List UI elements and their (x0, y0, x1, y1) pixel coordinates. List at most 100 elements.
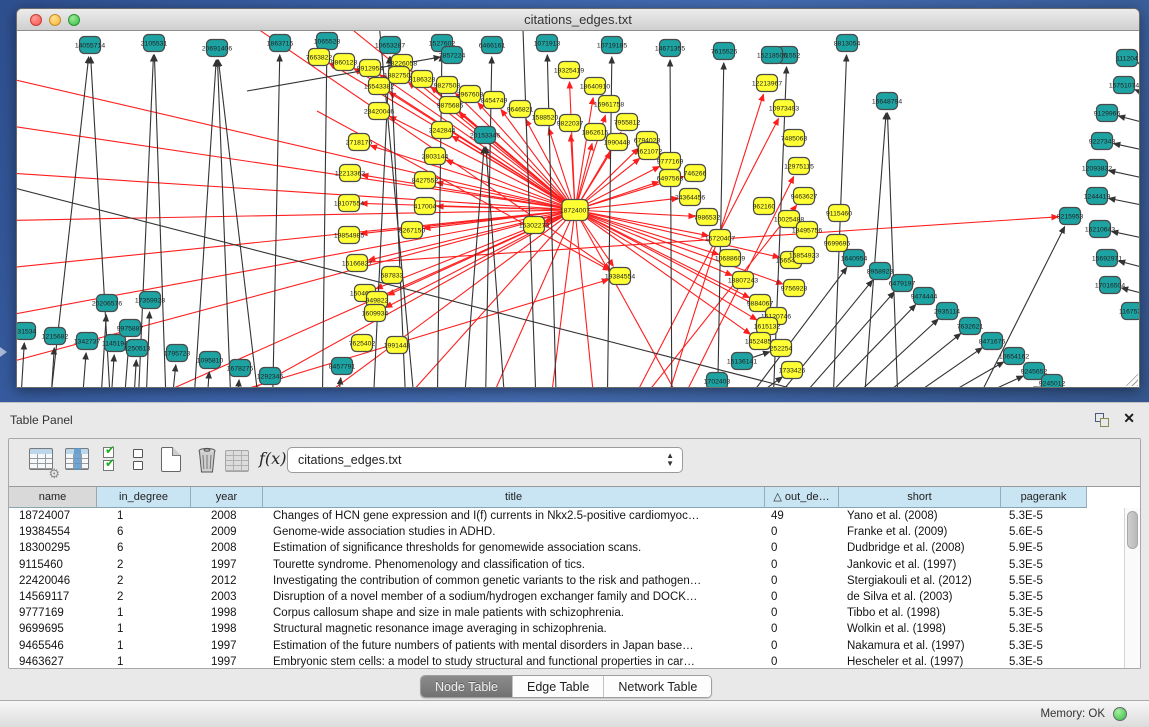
node-9875685[interactable]: 9875685 (437, 97, 464, 114)
node-1990448[interactable]: 1990448 (604, 134, 631, 151)
table-row[interactable]: 1456911722003Disruption of a novel membe… (9, 589, 1124, 605)
node-9463627[interactable]: 9463627 (791, 188, 818, 205)
node-8813054[interactable]: 8813054 (834, 35, 861, 52)
edge[interactable] (840, 334, 961, 387)
node-1244419[interactable]: 1244419 (1084, 188, 1111, 205)
node-14671355[interactable]: 14671355 (655, 40, 685, 57)
edge[interactable] (169, 365, 176, 387)
table-row[interactable]: 911546021997Tourette syndrome. Phenomeno… (9, 557, 1124, 573)
node-2105531[interactable]: 2105531 (141, 35, 168, 52)
node-9129966[interactable]: 9129966 (1094, 105, 1121, 122)
edge[interactable] (1109, 171, 1139, 181)
node-7485063[interactable]: 7485063 (781, 130, 808, 147)
edge[interactable] (109, 355, 114, 387)
table-row[interactable]: 969969511998Structural magnetic resonanc… (9, 621, 1124, 637)
node-417004[interactable]: 417004 (414, 198, 437, 215)
node-16648794[interactable]: 16648794 (872, 93, 902, 110)
tab-network-table[interactable]: Network Table (604, 676, 711, 698)
edge[interactable] (49, 348, 54, 387)
new-column-button[interactable] (161, 447, 189, 475)
edge[interactable] (887, 113, 899, 387)
column-header-pagerank[interactable]: pagerank (1001, 487, 1087, 508)
table-selector-dropdown[interactable]: citations_edges.txt ▲▼ (287, 447, 683, 473)
node-6497568[interactable]: 6497568 (657, 170, 684, 187)
node-17016504[interactable]: 17016504 (1095, 277, 1125, 294)
node-8215953[interactable]: 8215953 (1057, 208, 1084, 225)
float-panel-icon[interactable] (1095, 413, 1109, 427)
edge[interactable] (1138, 63, 1139, 71)
node-1167533[interactable]: 1167533 (1119, 303, 1139, 320)
edge[interactable] (717, 63, 724, 387)
tab-node-table[interactable]: Node Table (421, 676, 513, 698)
edge[interactable] (235, 380, 239, 387)
node-1863715[interactable]: 1863715 (267, 35, 294, 52)
node-3242844[interactable]: 3242844 (429, 122, 456, 139)
edge[interactable] (452, 136, 575, 210)
node-15692971[interactable]: 15692971 (1092, 250, 1122, 267)
node-9245012[interactable]: 9245012 (1039, 375, 1066, 388)
edge[interactable] (217, 60, 232, 387)
function-builder-button[interactable]: f(x) (259, 449, 287, 477)
node-1609934[interactable]: 1609934 (362, 305, 389, 322)
node-18640910[interactable]: 18640910 (580, 78, 610, 95)
column-header-in-degree[interactable]: in_degree (97, 487, 191, 508)
node-9227343[interactable]: 9227343 (1089, 133, 1116, 150)
edge[interactable] (1109, 198, 1139, 208)
node-6466161[interactable]: 6466161 (479, 37, 506, 54)
network-view-window[interactable]: citations_edges.txt 14055714210553120691… (16, 8, 1140, 388)
edge[interactable] (670, 60, 672, 387)
node-962160[interactable]: 962160 (753, 198, 776, 215)
table-row[interactable]: 1830029562008Estimation of significance … (9, 540, 1124, 556)
edge[interactable] (575, 198, 678, 210)
edge[interactable] (1114, 144, 1139, 153)
table-row[interactable]: 1938455462009Genome-wide association stu… (9, 524, 1124, 540)
memory-ok-indicator[interactable] (1113, 707, 1127, 721)
node-7632621[interactable]: 7632621 (957, 318, 984, 335)
table-row[interactable]: 946362711997Embryonic stem cells: a mode… (9, 654, 1124, 668)
node-7663822[interactable]: 7663822 (306, 49, 333, 66)
edge[interactable] (370, 146, 575, 210)
edge[interactable] (137, 55, 153, 387)
table-settings-button[interactable]: ⚙ (29, 448, 57, 476)
node-6479197[interactable]: 6479197 (889, 275, 916, 292)
node-12093832[interactable]: 12093832 (1082, 160, 1112, 177)
panel-collapse-arrow-icon[interactable] (0, 347, 7, 357)
node-9777169[interactable]: 9777169 (657, 153, 684, 170)
node-9646821[interactable]: 9646821 (507, 101, 534, 118)
table-scrollbar[interactable] (1124, 508, 1140, 668)
node-16961758[interactable]: 16961758 (594, 96, 624, 113)
node-9115460[interactable]: 9115460 (826, 205, 852, 222)
column-header-title[interactable]: title (263, 487, 765, 508)
window-titlebar[interactable]: citations_edges.txt (17, 9, 1139, 31)
edge[interactable] (218, 60, 262, 387)
node-10719185[interactable]: 10719185 (597, 37, 627, 54)
node-8457791[interactable]: 8457791 (329, 358, 356, 375)
node-9860128[interactable]: 9860128 (331, 54, 358, 71)
node-7857224[interactable]: 7857224 (439, 47, 466, 64)
node-12975115[interactable]: 12975115 (784, 158, 814, 175)
node-2718176[interactable]: 2718176 (346, 134, 373, 151)
node-15720407[interactable]: 15720407 (705, 230, 735, 247)
node-1065528[interactable]: 1065528 (314, 33, 341, 50)
node-8958923[interactable]: 8958923 (867, 263, 894, 280)
node-252254[interactable]: 252254 (770, 340, 793, 357)
node-9474444[interactable]: 9474444 (911, 288, 938, 305)
edge[interactable] (19, 343, 24, 387)
edge[interactable] (570, 82, 575, 210)
node-1215682[interactable]: 1215682 (42, 328, 69, 345)
column-visibility-button[interactable] (65, 448, 93, 476)
node-15136141[interactable]: 15136141 (727, 353, 757, 370)
edge[interactable] (1122, 288, 1139, 297)
node-8427552[interactable]: 8427552 (412, 172, 439, 189)
edge[interactable] (322, 53, 327, 387)
edge[interactable] (1112, 231, 1139, 241)
node-7615526[interactable]: 7615526 (711, 43, 738, 60)
edge[interactable] (862, 348, 982, 387)
delete-column-button[interactable] (195, 446, 223, 474)
row-height-icon[interactable] (133, 449, 161, 477)
node-1862615[interactable]: 1862615 (582, 124, 609, 141)
node-10688609[interactable]: 10688609 (715, 250, 745, 267)
column-header-year[interactable]: year (191, 487, 263, 508)
edge[interactable] (862, 113, 886, 387)
node-7625402[interactable]: 7625402 (349, 335, 376, 352)
